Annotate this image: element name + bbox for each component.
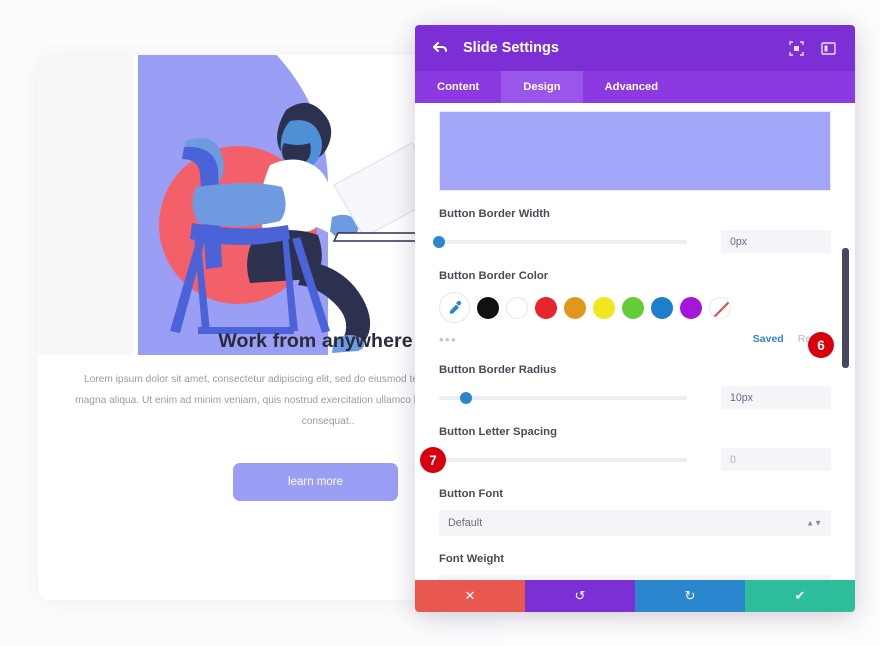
color-palette: [439, 292, 831, 323]
swatch-transparent[interactable]: [709, 296, 731, 319]
modal-tabs: Content Design Advanced: [415, 71, 855, 103]
button-letter-spacing-slider[interactable]: [433, 453, 687, 466]
swatch-purple[interactable]: [680, 296, 702, 319]
button-border-width-slider[interactable]: [433, 235, 687, 248]
swatch-blue[interactable]: [651, 296, 673, 319]
swatch-black[interactable]: [477, 296, 499, 319]
tab-content[interactable]: Content: [415, 71, 501, 103]
button-border-radius-input[interactable]: [721, 386, 831, 409]
tab-design[interactable]: Design: [501, 71, 583, 103]
button-border-radius-row: [439, 386, 831, 409]
button-border-width-label: Button Border Width: [439, 208, 550, 220]
slider-knob[interactable]: [433, 235, 445, 248]
modal-title: Slide Settings: [463, 40, 559, 56]
font-weight-label: Font Weight: [439, 553, 505, 565]
back-arrow-icon[interactable]: [431, 39, 449, 57]
button-border-color-label: Button Border Color: [439, 270, 549, 282]
tab-advanced[interactable]: Advanced: [583, 71, 680, 103]
button-border-radius-slider[interactable]: [439, 391, 687, 404]
button-font-select[interactable]: Default ▲▼: [439, 510, 831, 536]
redo-button[interactable]: ↻: [635, 580, 745, 612]
button-border-width-input[interactable]: [721, 230, 831, 253]
button-letter-spacing-input[interactable]: [721, 448, 831, 471]
modal-action-bar: ✕ ↺ ↻ ✔: [415, 580, 855, 612]
annotation-badge-6: 6: [808, 332, 834, 358]
fullscreen-icon[interactable]: [785, 37, 807, 59]
button-letter-spacing-row: [433, 448, 831, 471]
button-letter-spacing-label: Button Letter Spacing: [439, 426, 557, 438]
slider-knob[interactable]: [460, 391, 473, 404]
swatch-yellow[interactable]: [593, 296, 615, 319]
button-font-value: Default: [448, 517, 483, 529]
person-working-on-laptop-illustration: [38, 55, 458, 355]
button-font-label: Button Font: [439, 488, 503, 500]
cancel-button[interactable]: ✕: [415, 580, 525, 612]
learn-more-button[interactable]: learn more: [233, 463, 398, 501]
more-colors-button[interactable]: •••: [439, 332, 457, 347]
layout-toggle-icon[interactable]: [817, 37, 839, 59]
undo-button[interactable]: ↺: [525, 580, 635, 612]
swatch-orange[interactable]: [564, 296, 586, 319]
swatch-red[interactable]: [535, 296, 557, 319]
modal-scroll-area: Button Border Width Button Border Color: [415, 103, 855, 580]
swatch-white[interactable]: [506, 296, 528, 319]
palette-footer: ••• Saved Recent: [439, 331, 831, 347]
modal-scrollbar[interactable]: [842, 248, 849, 368]
font-weight-select[interactable]: Regular ▲▼: [439, 575, 831, 580]
button-border-radius-label: Button Border Radius: [439, 364, 557, 376]
color-preview-block[interactable]: [439, 111, 831, 191]
annotation-badge-7: 7: [420, 447, 446, 473]
slide-settings-modal: Slide Settings Content Design Advanced B…: [415, 25, 855, 612]
saved-colors-tab[interactable]: Saved: [753, 333, 784, 345]
eyedropper-icon[interactable]: [439, 292, 470, 323]
button-border-width-row: [433, 230, 831, 253]
chevron-updown-icon: ▲▼: [806, 518, 822, 528]
modal-header: Slide Settings: [415, 25, 855, 71]
save-button[interactable]: ✔: [745, 580, 855, 612]
swatch-green[interactable]: [622, 296, 644, 319]
